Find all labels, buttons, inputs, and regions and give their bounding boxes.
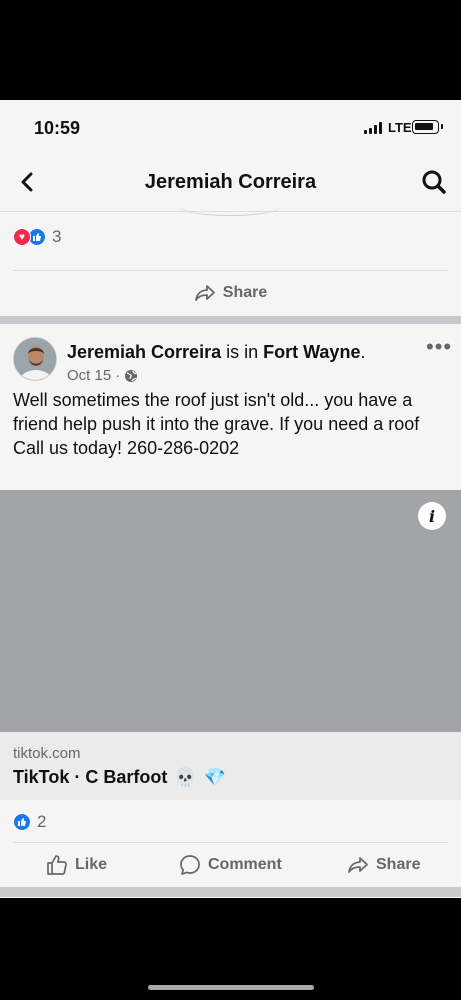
divider — [13, 270, 448, 271]
like-reaction-icon — [13, 813, 31, 831]
comment-label: Comment — [208, 856, 282, 873]
video-media[interactable]: i — [0, 490, 461, 732]
status-time: 10:59 — [34, 118, 81, 138]
like-count: 2 — [37, 812, 47, 831]
post-header-line: Jeremiah Correira is in Fort Wayne. — [67, 342, 365, 363]
post-meta: Oct 15 · — [67, 367, 138, 384]
info-icon[interactable]: i — [418, 502, 446, 530]
network-type: LTE — [388, 120, 412, 135]
share-button[interactable]: Share — [347, 852, 420, 878]
share-icon — [194, 285, 215, 301]
avatar[interactable] — [13, 337, 57, 381]
love-reaction-icon: ♥ — [13, 228, 31, 246]
is-in-text: is in — [221, 342, 264, 362]
battery-icon — [412, 120, 443, 134]
link-title-row: TikTok · C Barfoot 💀 💎 — [13, 767, 226, 788]
next-post-edge — [0, 897, 461, 898]
like-label: Like — [75, 856, 108, 873]
share-label: Share — [376, 856, 421, 873]
home-indicator[interactable] — [148, 985, 314, 990]
skull-emoji: 💀 — [174, 767, 197, 787]
author-name[interactable]: Jeremiah Correira — [67, 342, 221, 362]
reaction-count: 3 — [52, 227, 62, 246]
app-screen: 10:59 LTE Jeremiah Correira ♥ 3 Share Je… — [0, 100, 461, 898]
reaction-summary[interactable]: 2 — [13, 812, 46, 832]
page-title: Jeremiah Correira — [144, 171, 317, 193]
link-title: TikTok · C Barfoot — [13, 767, 168, 787]
gem-emoji: 💎 — [203, 767, 227, 787]
thumbs-up-icon — [47, 855, 67, 875]
link-domain: tiktok.com — [13, 745, 81, 762]
reaction-summary[interactable]: ♥ 3 — [13, 226, 61, 248]
like-button[interactable]: Like — [46, 852, 107, 878]
media-edge — [180, 198, 280, 216]
divider — [13, 842, 448, 843]
location-link[interactable]: Fort Wayne — [263, 342, 360, 362]
post-card: Jeremiah Correira is in Fort Wayne. Oct … — [0, 324, 461, 887]
more-options-icon[interactable]: ••• — [426, 336, 452, 358]
period: . — [360, 342, 366, 362]
post-date[interactable]: Oct 15 — [67, 367, 111, 384]
status-bar: 10:59 LTE — [0, 100, 461, 152]
search-icon[interactable] — [420, 168, 448, 196]
meta-separator: · — [115, 367, 121, 384]
share-label: Share — [222, 284, 268, 301]
share-button[interactable]: Share — [0, 280, 461, 306]
comment-button[interactable]: Comment — [179, 852, 282, 878]
post-actions: Like Comment Share — [0, 852, 461, 878]
signal-icon — [364, 122, 384, 134]
link-preview[interactable]: tiktok.com TikTok · C Barfoot 💀 💎 — [0, 732, 461, 800]
post-text: Well sometimes the roof just isn't old..… — [13, 390, 420, 458]
comment-icon — [180, 855, 200, 875]
share-icon — [348, 857, 368, 873]
globe-icon — [125, 369, 138, 382]
